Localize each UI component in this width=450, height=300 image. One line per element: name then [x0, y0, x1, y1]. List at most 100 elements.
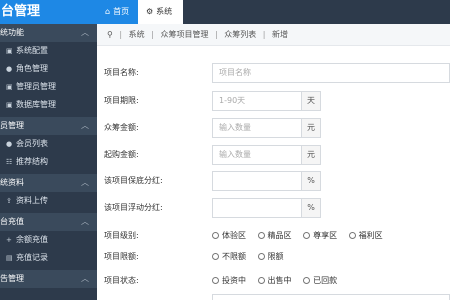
row-crowdfund-amount: 众筹金额: 输入数量 元: [97, 118, 450, 138]
file-icon: ▣: [6, 83, 13, 91]
radio-label: 投资中: [222, 276, 246, 285]
radio-label: 出售中: [267, 276, 292, 285]
chevron-up-icon: ︿: [81, 217, 89, 226]
sidebar-item-referral[interactable]: ☷ 推荐结构: [0, 153, 97, 171]
radio-label: 尊享区: [313, 231, 338, 240]
sidebar-item-member-list[interactable]: ● 会员列表: [0, 135, 97, 153]
chevron-up-icon: ︿: [81, 28, 89, 37]
float-share-label: 该项目浮动分红:: [104, 203, 163, 212]
top-bar: 台管理 ⌂ 首页 ⚙ 系统: [0, 0, 450, 24]
category-radio-trial[interactable]: 体验区: [212, 226, 246, 246]
row-project-period: 项目期限: 1-90天 天: [97, 91, 450, 111]
row-category: 项目级别: 体验区 精品区 尊享区 福利区: [97, 226, 450, 246]
limit-radio-limited[interactable]: 限额: [257, 247, 284, 267]
row-status: 项目状态: 投资中 出售中 已回款: [97, 271, 450, 291]
sidebar-group-recharge[interactable]: 台充值 ︿: [0, 213, 97, 231]
row-project-name: 项目名称: 项目名称: [97, 63, 450, 83]
radio-label: 福利区: [358, 231, 383, 240]
tab-home-label: 首页: [113, 7, 130, 16]
upload-icon: ⇪: [6, 197, 12, 205]
crowdfund-amount-input[interactable]: 输入数量: [212, 118, 302, 138]
sidebar-group-members[interactable]: 员管理 ︿: [0, 117, 97, 135]
file-icon: ▣: [6, 101, 13, 109]
sidebar-item-balance-recharge[interactable]: + 余额充值: [0, 231, 97, 249]
sidebar-group-label: 告管理: [0, 274, 24, 283]
sidebar-item-label: 数据库管理: [16, 100, 56, 109]
sidebar-item-label: 管理员管理: [16, 82, 56, 91]
category-radio-welfare[interactable]: 福利区: [348, 226, 383, 246]
guarantee-input[interactable]: [212, 171, 302, 191]
radio-label: 已回款: [313, 276, 338, 285]
radio-label: 不限额: [222, 252, 246, 261]
radio-label: 体验区: [222, 231, 246, 240]
tree-icon: ☷: [6, 158, 13, 166]
limit-radio-unlimited[interactable]: 不限额: [212, 247, 246, 267]
status-radio-selling[interactable]: 出售中: [257, 271, 292, 291]
breadcrumb-item-project-mgmt[interactable]: 众筹项目管理: [160, 30, 208, 39]
breadcrumb-item-system[interactable]: 系统: [129, 30, 145, 39]
sidebar-group-label: 统资料: [0, 178, 24, 187]
sidebar-item-upload[interactable]: ⇪ 资料上传: [0, 192, 97, 210]
sidebar-item-label: 角色管理: [16, 64, 48, 73]
project-name-label: 项目名称:: [104, 68, 139, 77]
status-radio-repaid[interactable]: 已回款: [303, 271, 337, 291]
sidebar-item-label: 推荐结构: [16, 157, 48, 166]
plus-icon: +: [6, 236, 12, 244]
sidebar-item-label: 充值记录: [16, 253, 48, 262]
guarantee-label: 该项目保底分红:: [104, 176, 163, 185]
project-period-input[interactable]: 1-90天: [212, 91, 302, 111]
sidebar-group-system[interactable]: 统功能 ︿: [0, 24, 97, 42]
sidebar-item-label: 资料上传: [16, 196, 48, 205]
row-float-share: 该项目浮动分红: %: [97, 198, 450, 218]
crowdfund-amount-label: 众筹金额:: [104, 123, 139, 132]
breadcrumb-item-new: 新增: [272, 30, 289, 39]
status-radio-group: 投资中 出售中 已回款: [212, 271, 346, 291]
tab-home[interactable]: ⌂ 首页: [97, 0, 138, 24]
file-icon: ▣: [6, 47, 13, 55]
sidebar-item-config[interactable]: ▣ 系统配置: [0, 42, 97, 60]
sidebar-item-admins[interactable]: ▣ 管理员管理: [0, 78, 97, 96]
chevron-up-icon: ︿: [81, 178, 89, 187]
guarantee-percent-addon: %: [302, 171, 321, 191]
project-name-input[interactable]: 项目名称: [212, 63, 450, 83]
sidebar-item-database[interactable]: ▣ 数据库管理: [0, 96, 97, 114]
sidebar-item-label: 余额充值: [16, 235, 48, 244]
row-min-amount: 起购金额: 输入数量 元: [97, 145, 450, 165]
user-icon: ●: [6, 65, 13, 73]
breadcrumb-item-list[interactable]: 众筹列表: [224, 30, 256, 39]
chevron-up-icon: ︿: [81, 121, 89, 130]
min-amount-label: 起购金额:: [104, 150, 139, 159]
chevron-up-icon: ︿: [81, 274, 89, 283]
row-limit: 项目限额: 不限额 限额: [97, 247, 450, 267]
sidebar: 统功能 ︿ ▣ 系统配置 ● 角色管理 ▣ 管理员管理 ▣ 数据库管理 员管理 ︿ ● 会员列…: [0, 24, 97, 300]
row-guarantee: 该项目保底分红: %: [97, 171, 450, 191]
sidebar-item-recharge-records[interactable]: ▤ 充值记录: [0, 249, 97, 267]
gear-icon: ⚙: [146, 7, 154, 16]
location-icon: ⚲: [107, 30, 113, 39]
list-icon: ▤: [6, 254, 13, 262]
sidebar-group-label: 台充值: [0, 217, 24, 226]
category-label: 项目级别:: [104, 231, 139, 240]
sidebar-item-roles[interactable]: ● 角色管理: [0, 60, 97, 78]
sidebar-group-ads[interactable]: 告管理 ︿: [0, 270, 97, 288]
project-period-label: 项目期限:: [104, 96, 139, 105]
limit-label: 项目限额:: [104, 252, 139, 261]
category-radio-group: 体验区 精品区 尊享区 福利区: [212, 226, 392, 246]
radio-label: 精品区: [267, 231, 292, 240]
category-radio-premium[interactable]: 精品区: [257, 226, 292, 246]
sidebar-group-materials[interactable]: 统资料 ︿: [0, 174, 97, 192]
amount-unit-addon: 元: [302, 118, 321, 138]
status-label: 项目状态:: [104, 276, 139, 285]
category-radio-vip[interactable]: 尊享区: [303, 226, 337, 246]
tab-system[interactable]: ⚙ 系统: [138, 0, 183, 24]
sidebar-item-label: 系统配置: [16, 46, 48, 55]
float-share-input[interactable]: [212, 198, 302, 218]
home-icon: ⌂: [105, 7, 111, 16]
next-field-input[interactable]: [212, 294, 450, 300]
period-unit-addon: 天: [302, 91, 321, 111]
app-brand: 台管理: [0, 0, 97, 24]
user-icon: ●: [6, 140, 13, 148]
status-radio-investing[interactable]: 投资中: [212, 271, 246, 291]
tab-system-label: 系统: [156, 7, 173, 16]
min-amount-input[interactable]: 输入数量: [212, 145, 302, 165]
